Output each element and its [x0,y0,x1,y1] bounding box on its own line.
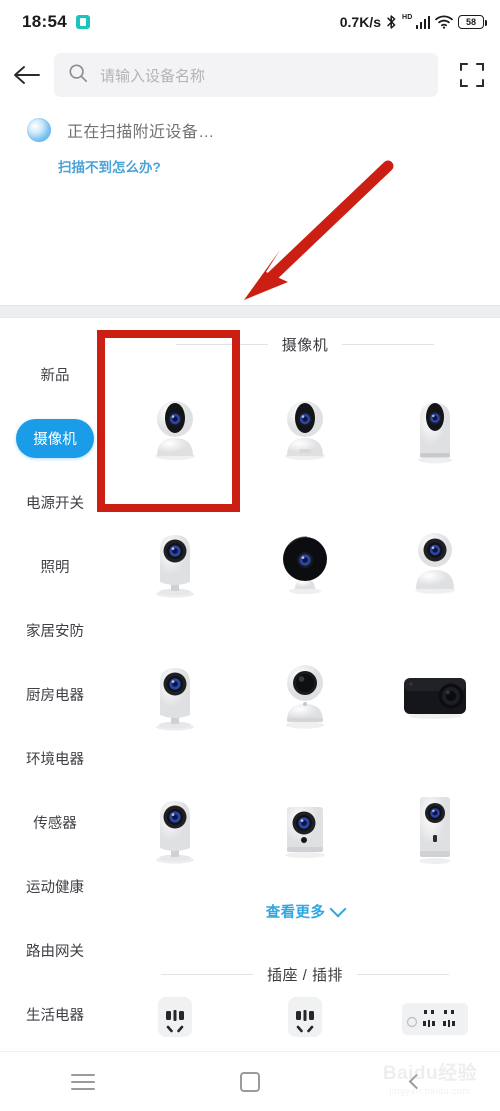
divider-right [357,974,449,975]
scanning-status-text: 正在扫描附近设备… [67,124,215,141]
stand-camera-white-icon [156,534,194,598]
sidebar-item-lighting[interactable]: 照明 [0,534,110,598]
tall-box-camera-white-icon [419,796,451,864]
power-strip-icon [402,1003,468,1035]
phone-screen: 18:54 0.7K/s HD 58 请输入设备名称 正在扫描附近设备… 扫描不… [0,0,500,1111]
socket-device-grid [110,993,500,1051]
bluetooth-icon [386,14,397,30]
section-header-camera: 摄像机 [110,318,500,363]
sidebar-item-new[interactable]: 新品 [0,342,110,406]
device-item[interactable] [370,629,500,762]
pan-tilt-camera-white-icon [285,400,325,460]
box-camera-white-icon [285,806,325,858]
view-more-button[interactable]: 查看更多 [265,900,347,922]
sidebar-item-label: 厨房电器 [26,687,84,704]
signal-bars-icon [415,15,430,29]
view-more-row: 查看更多 [110,895,500,930]
stand-camera-white-icon [156,800,194,864]
search-header: 请输入设备名称 [0,44,500,106]
scanning-status-block: 正在扫描附近设备… 扫描不到怎么办? [0,118,500,176]
search-input[interactable]: 请输入设备名称 [54,53,438,97]
device-item[interactable] [370,363,500,496]
stand-camera-white-icon [156,667,194,731]
dome-camera-white-icon [418,402,452,463]
sidebar-item-label: 传感器 [33,815,77,832]
pan-tilt-camera-round-icon [415,532,455,594]
sidebar-item-power-switch[interactable]: 电源开关 [0,470,110,534]
home-square-icon[interactable] [200,1071,300,1092]
section-header-socket: 插座 / 插排 [110,930,500,993]
sidebar-item-sports-health[interactable]: 运动健康 [0,854,110,918]
hd-label: HD [401,13,413,21]
search-icon [68,63,88,88]
scanning-orb-icon [27,118,51,142]
battery-icon: 58 [458,15,487,29]
device-item[interactable] [240,363,370,496]
device-item[interactable] [240,496,370,629]
sidebar-item-label: 路由网关 [26,943,84,960]
battery-level-label: 58 [465,16,476,27]
sidebar-item-label: 电源开关 [26,495,84,512]
device-item[interactable] [110,496,240,629]
sidebar-item-environment-appliance[interactable]: 环境电器 [0,726,110,790]
sidebar-item-label: 照明 [40,559,70,576]
chevron-down-icon [329,900,347,918]
device-item[interactable] [370,762,500,895]
round-camera-black-icon [283,535,327,594]
sidebar-item-label: 运动健康 [26,879,84,896]
device-list-pane[interactable]: 摄像机 查看更多 插座 / 插排 [110,318,500,1051]
pan-tilt-camera-dark-lens-icon [286,664,324,729]
sidebar-item-label: 家居安防 [26,623,84,640]
wifi-icon [435,15,453,29]
section-title: 插座 / 插排 [266,967,343,984]
divider-right [342,344,435,345]
sidebar-item-router-gateway[interactable]: 路由网关 [0,918,110,982]
status-time: 18:54 [22,12,67,31]
sidebar-item-label: 生活电器 [26,1007,84,1024]
scan-qr-icon[interactable] [444,62,500,88]
smart-plug-icon [288,997,322,1037]
sidebar-item-camera[interactable]: 摄像机 [0,406,110,470]
device-item[interactable] [370,496,500,629]
device-browser: 新品 摄像机 电源开关 照明 家居安防 厨房电器 环境电器 传感器 运动健康 路… [0,318,500,1051]
device-item[interactable] [110,762,240,895]
section-divider-band [0,305,500,318]
sidebar-item-sensor[interactable]: 传感器 [0,790,110,854]
category-sidebar[interactable]: 新品 摄像机 电源开关 照明 家居安防 厨房电器 环境电器 传感器 运动健康 路… [0,318,110,1051]
scan-help-link[interactable]: 扫描不到怎么办? [0,156,500,176]
sidebar-item-label: 新品 [40,367,70,384]
hamburger-recents-icon[interactable] [33,1069,133,1095]
back-chevron-icon[interactable] [367,1073,467,1090]
sidebar-item-label: 摄像机 [16,418,94,458]
network-speed-label: 0.7K/s [339,14,381,30]
sidebar-item-home-security[interactable]: 家居安防 [0,598,110,662]
sidebar-item-living-appliance[interactable]: 生活电器 [0,982,110,1046]
app-square-icon [75,15,90,29]
sidebar-item-label: 环境电器 [26,751,84,768]
device-item[interactable] [110,363,240,496]
system-navigation-bar [0,1051,500,1111]
device-item[interactable] [110,629,240,762]
device-item[interactable] [110,993,240,1051]
sidebar-item-kitchen-appliance[interactable]: 厨房电器 [0,662,110,726]
smart-plug-icon [158,997,192,1037]
device-item[interactable] [370,993,500,1051]
pan-tilt-camera-white-icon [155,400,195,460]
device-item[interactable] [240,993,370,1051]
device-item[interactable] [240,629,370,762]
back-arrow-icon[interactable] [0,64,54,86]
device-item[interactable] [240,762,370,895]
camera-device-grid [110,363,500,895]
status-bar: 18:54 0.7K/s HD 58 [0,0,500,44]
scanning-status-row: 正在扫描附近设备… [0,118,500,142]
action-camera-black-icon [404,677,466,719]
divider-left [175,344,268,345]
section-title: 摄像机 [281,337,329,354]
divider-left [160,974,253,975]
view-more-label: 查看更多 [265,905,326,921]
search-placeholder-text: 请输入设备名称 [100,67,206,85]
red-pointer-arrow [244,160,394,300]
status-right-cluster: 0.7K/s HD 58 [339,13,487,30]
